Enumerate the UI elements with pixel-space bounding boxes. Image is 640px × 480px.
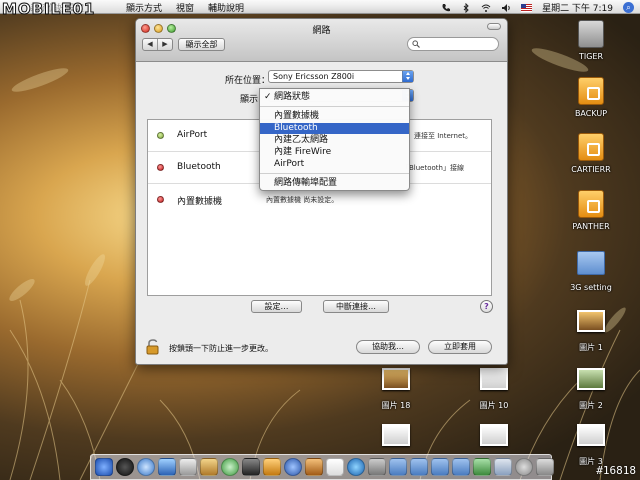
back-forward-control: ◀ ▶ — [142, 38, 173, 51]
show-all-button[interactable]: 顯示全部 — [178, 38, 225, 51]
mail-icon[interactable] — [158, 458, 176, 476]
show-dropdown-menu: ✓ 網路狀態 內置數據機 Bluetooth 內建乙太網路 內建 FireWir… — [259, 88, 410, 191]
folder-icon[interactable] — [473, 458, 491, 476]
menu-item-ethernet[interactable]: 內建乙太網路 — [260, 135, 409, 146]
desktop-icon-image-10[interactable]: 圖片 10 — [466, 364, 522, 411]
external-drive-icon — [578, 190, 604, 218]
configure-button[interactable]: 設定… — [251, 300, 302, 313]
desktop-icon-cartierr[interactable]: CARTIERR — [563, 133, 619, 174]
image-thumbnail-icon — [480, 424, 508, 446]
safari-icon[interactable] — [137, 458, 155, 476]
menu-clock[interactable]: 星期二 下午 7:19 — [542, 1, 613, 14]
address-book-icon[interactable] — [200, 458, 218, 476]
menu-item-firewire[interactable]: 內建 FireWire — [260, 147, 409, 158]
assist-me-button[interactable]: 協助我… — [356, 340, 420, 354]
spotlight-icon[interactable]: ⌕ — [623, 2, 634, 13]
bluetooth-icon[interactable] — [461, 2, 471, 13]
dashboard-icon[interactable] — [116, 458, 134, 476]
menu-item-bluetooth[interactable]: Bluetooth — [260, 123, 409, 134]
network-preferences-window: 網路 ◀ ▶ 顯示全部 所在位置： Sony Ericsson Z800i 顯示… — [135, 18, 508, 365]
disconnect-button[interactable]: 中斷連接… — [323, 300, 389, 313]
toolbar-toggle-button[interactable] — [487, 23, 501, 30]
iphoto-icon[interactable] — [263, 458, 281, 476]
menu-separator — [260, 173, 409, 174]
image-thumbnail-icon — [480, 368, 508, 390]
image-thumbnail-icon — [577, 424, 605, 446]
help-button[interactable]: ? — [480, 300, 493, 313]
image-thumbnail-icon — [577, 368, 605, 390]
status-red-icon — [157, 196, 164, 203]
wifi-icon[interactable] — [481, 3, 491, 13]
imovie-icon[interactable] — [242, 458, 260, 476]
watermark-logo: MOBILE01 — [1, 0, 96, 19]
forward-arrow-icon[interactable]: ▶ — [158, 39, 172, 50]
desktop-icon-tiger[interactable]: TIGER — [563, 20, 619, 61]
external-drive-icon — [578, 77, 604, 105]
folder-icon[interactable] — [410, 458, 428, 476]
location-label: 所在位置： — [225, 76, 271, 86]
ical-icon[interactable] — [326, 458, 344, 476]
menu-extras: 星期二 下午 7:19 ⌕ — [441, 1, 634, 14]
show-label: 顯示 — [240, 95, 259, 105]
menu-help[interactable]: 輔助說明 — [208, 1, 244, 14]
dock — [90, 454, 554, 480]
lock-icon[interactable] — [146, 339, 160, 355]
flag-icon[interactable] — [521, 3, 533, 12]
watermark-id: #16818 — [596, 464, 636, 477]
desktop-icon-partial[interactable] — [466, 420, 522, 454]
document-icon[interactable] — [494, 458, 512, 476]
menu-items: 顯示方式 視窗 輔助說明 — [126, 1, 244, 14]
volume-icon[interactable] — [501, 3, 511, 13]
apply-now-button[interactable]: 立即套用 — [428, 340, 492, 354]
search-icon — [412, 40, 420, 48]
status-yellow-icon — [157, 132, 164, 139]
finder-icon[interactable] — [95, 458, 113, 476]
desktop-icon-image-3[interactable]: 圖片 3 — [563, 420, 619, 467]
desktop-icon-3g-setting[interactable]: 3G setting — [563, 248, 619, 292]
menu-item-port-configurations[interactable]: 網路傳輸埠配置 — [260, 178, 409, 189]
desktop-icon-partial[interactable] — [368, 420, 424, 454]
sync-icon[interactable] — [347, 458, 365, 476]
network-icon[interactable] — [515, 458, 533, 476]
image-thumbnail-icon — [382, 368, 410, 390]
system-preferences-icon[interactable] — [368, 458, 386, 476]
desktop-icon-image-1[interactable]: 圖片 1 — [563, 306, 619, 353]
menu-item-network-status[interactable]: ✓ 網路狀態 — [260, 92, 409, 103]
location-popup[interactable]: Sony Ericsson Z800i — [268, 70, 414, 83]
image-thumbnail-icon — [577, 310, 605, 332]
menu-item-modem[interactable]: 內置數據機 — [260, 111, 409, 122]
image-thumbnail-icon — [382, 424, 410, 446]
search-field[interactable] — [407, 37, 499, 51]
desktop-icon-backup[interactable]: BACKUP — [563, 77, 619, 118]
folder-icon[interactable] — [389, 458, 407, 476]
folder-icon — [577, 251, 605, 275]
checkmark-icon: ✓ — [264, 92, 272, 102]
popup-arrows-icon — [402, 71, 413, 82]
hard-drive-icon — [578, 20, 604, 48]
garageband-icon[interactable] — [305, 458, 323, 476]
window-toolbar: 網路 ◀ ▶ 顯示全部 — [136, 19, 507, 62]
menu-item-airport[interactable]: AirPort — [260, 159, 409, 170]
folder-icon[interactable] — [431, 458, 449, 476]
desktop-icon-image-18[interactable]: 圖片 18 — [368, 364, 424, 411]
phone-icon[interactable] — [441, 3, 451, 13]
folder-icon[interactable] — [452, 458, 470, 476]
location-value: Sony Ericsson Z800i — [273, 72, 355, 81]
quicktime-icon[interactable] — [284, 458, 302, 476]
trash-icon[interactable] — [536, 458, 554, 476]
menu-separator — [260, 106, 409, 107]
external-drive-icon — [578, 133, 604, 161]
window-title: 網路 — [312, 26, 331, 36]
ichat-icon[interactable] — [179, 458, 197, 476]
desktop-icon-image-2[interactable]: 圖片 2 — [563, 364, 619, 411]
desktop-icon-panther[interactable]: PANTHER — [563, 190, 619, 231]
lock-hint-text: 按鎖頭一下防止進一步更改。 — [169, 344, 273, 353]
menu-bar: 系統偏好設定 顯示方式 視窗 輔助說明 星期二 下午 7:19 ⌕ — [0, 0, 640, 14]
menu-window[interactable]: 視窗 — [176, 1, 194, 14]
back-arrow-icon[interactable]: ◀ — [143, 39, 158, 50]
itunes-icon[interactable] — [221, 458, 239, 476]
menu-view[interactable]: 顯示方式 — [126, 1, 162, 14]
status-red-icon — [157, 164, 164, 171]
